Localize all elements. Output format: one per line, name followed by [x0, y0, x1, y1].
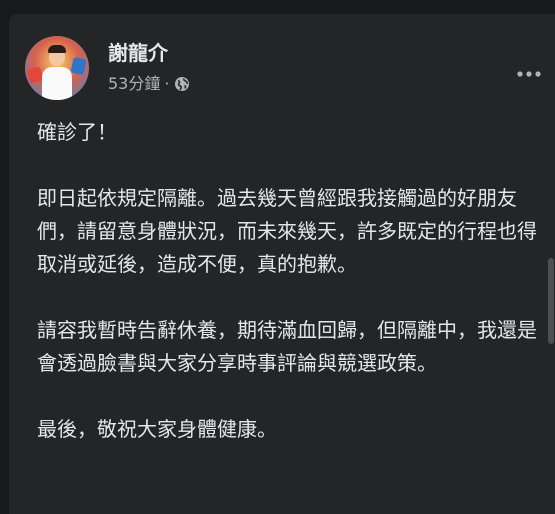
globe-icon[interactable]	[174, 76, 190, 92]
avatar-sticker-left	[26, 66, 44, 84]
avatar-figure-hair	[48, 45, 66, 53]
avatar-figure-shirt	[42, 67, 72, 100]
author-avatar[interactable]	[25, 36, 89, 100]
post-meta: 53分鐘 ·	[108, 74, 190, 94]
more-options-button[interactable]	[513, 62, 545, 86]
post-paragraph: 最後，敬祝大家身體健康。	[37, 417, 277, 441]
post-card: 謝龍介 53分鐘 · 確診了！ 即日起依規定隔離。過去幾天曾經跟我接觸過的好朋友…	[9, 14, 555, 514]
post-header: 謝龍介 53分鐘 ·	[25, 36, 545, 100]
post-paragraph: 即日起依規定隔離。過去幾天曾經跟我接觸過的好朋友們，請留意身體狀況，而未來幾天，…	[37, 186, 537, 276]
feed-viewport: 謝龍介 53分鐘 · 確診了！ 即日起依規定隔離。過去幾天曾經跟我接觸過的好朋友…	[0, 0, 555, 514]
scrollbar-track[interactable]	[547, 0, 555, 514]
avatar-sticker-right	[70, 56, 87, 76]
author-name[interactable]: 謝龍介	[108, 41, 168, 65]
post-paragraph: 確診了！	[37, 120, 117, 144]
post-text: 確診了！ 即日起依規定隔離。過去幾天曾經跟我接觸過的好朋友們，請留意身體狀況，而…	[37, 116, 542, 479]
more-horizontal-icon	[517, 71, 541, 77]
meta-separator: ·	[164, 74, 170, 93]
post-timestamp[interactable]: 53分鐘	[108, 74, 160, 94]
scrollbar-thumb[interactable]	[548, 258, 554, 344]
post-paragraph: 請容我暫時告辭休養，期待滿血回歸，但隔離中，我還是會透過臉書與大家分享時事評論與…	[37, 318, 537, 375]
